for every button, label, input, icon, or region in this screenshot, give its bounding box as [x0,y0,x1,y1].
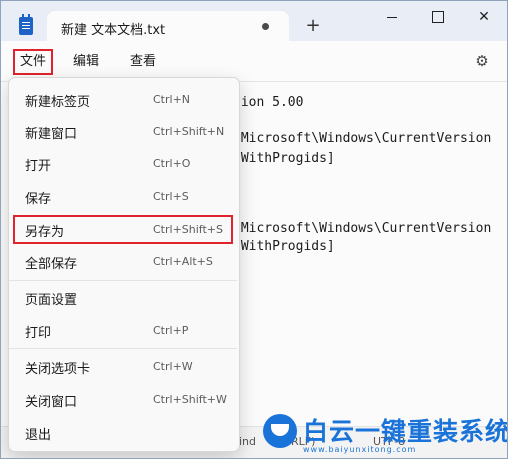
menu-item-label: 新建标签页 [25,95,91,110]
menu-item-label: 打开 [25,159,52,174]
file-menu-dropdown: 新建标签页 Ctrl+N 新建窗口 Ctrl+Shift+N 打开 Ctrl+O… [8,77,240,452]
menu-item-label: 新建窗口 [25,127,78,142]
menu-item-label: 关闭窗口 [25,395,78,410]
maximize-icon [432,11,444,23]
editor-line: nWithProgids] [233,239,335,254]
editor-line: nWithProgids] [233,151,335,166]
menu-item-close-tab[interactable]: 关闭选项卡 Ctrl+W [13,352,235,382]
menu-file[interactable]: 文件 [13,49,54,75]
menu-view[interactable]: 查看 [126,51,160,73]
watermark-logo: 白云一键重装系统 www.baiyunxitong.com [263,412,507,456]
menu-item-label: 退出 [25,428,52,443]
menu-item-exit[interactable]: 退出 [13,418,235,448]
menu-item-save-all[interactable]: 全部保存 Ctrl+Alt+S [13,247,235,277]
menu-item-label: 全部保存 [25,257,78,272]
notepad-app-icon [19,14,33,35]
menu-item-save[interactable]: 保存 Ctrl+S [13,182,235,212]
tab-document[interactable]: 新建 文本文档.txt [47,11,289,41]
bird-logo-icon [263,414,297,448]
menu-item-shortcut: Ctrl+N [153,93,191,106]
menu-item-shortcut: Ctrl+Shift+N [153,125,225,138]
close-button[interactable]: ✕ [461,1,507,33]
status-line-ending: ind [239,435,257,448]
menu-item-label: 页面设置 [25,293,78,308]
menu-item-shortcut: Ctrl+Alt+S [153,255,213,268]
menu-item-print[interactable]: 打印 Ctrl+P [13,316,235,346]
menu-item-label: 保存 [25,192,52,207]
editor-line: \Microsoft\Windows\CurrentVersion [233,131,492,146]
editor-line: \Microsoft\Windows\CurrentVersion [233,221,492,236]
unsaved-dot-icon[interactable] [262,23,269,30]
menu-bar: 文件 编辑 查看 [1,41,507,81]
menu-edit[interactable]: 编辑 [69,51,103,73]
menu-item-shortcut: Ctrl+S [153,190,189,203]
notepad-window: 新建 文本文档.txt + ✕ 文件 编辑 查看 ⚙ sion 5.00 \Mi… [0,0,508,459]
watermark-text: 白云一键重装系统 [303,417,508,446]
menu-item-page-setup[interactable]: 页面设置 [13,283,235,313]
menu-item-new-tab[interactable]: 新建标签页 Ctrl+N [13,85,235,115]
menu-item-shortcut: Ctrl+P [153,324,189,337]
title-bar: 新建 文本文档.txt + ✕ [1,1,507,41]
menu-item-open[interactable]: 打开 Ctrl+O [13,149,235,179]
watermark-url: www.baiyunxitong.com [303,445,417,454]
menu-item-shortcut: Ctrl+Shift+W [153,393,227,406]
menu-item-shortcut: Ctrl+W [153,360,193,373]
save-as-highlight [13,215,233,244]
menu-item-close-window[interactable]: 关闭窗口 Ctrl+Shift+W [13,385,235,415]
editor-line: sion 5.00 [233,95,304,110]
tab-title: 新建 文本文档.txt [61,23,166,38]
menu-item-new-window[interactable]: 新建窗口 Ctrl+Shift+N [13,117,235,147]
minimize-button[interactable] [369,1,415,33]
menu-separator [9,348,237,349]
maximize-button[interactable] [415,1,461,33]
new-tab-button[interactable]: + [303,17,323,37]
menu-item-label: 关闭选项卡 [25,362,91,377]
minimize-icon [387,16,397,18]
menu-item-shortcut: Ctrl+O [153,157,191,170]
settings-gear-icon[interactable]: ⚙ [472,51,492,71]
menu-separator [9,280,237,281]
menu-item-label: 打印 [25,326,52,341]
